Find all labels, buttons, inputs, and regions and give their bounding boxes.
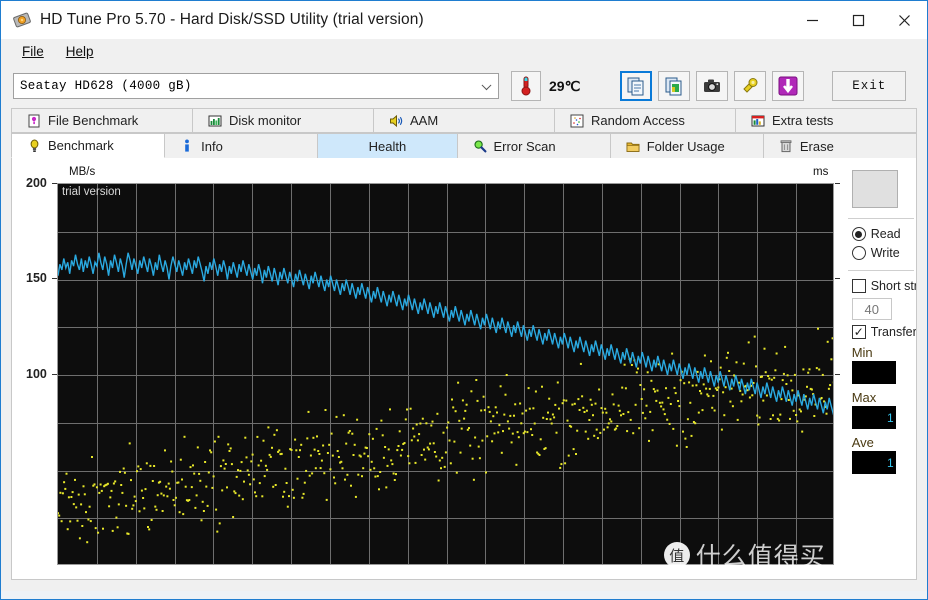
y-tick-150: 150: [26, 271, 47, 285]
window-title: HD Tune Pro 5.70 - Hard Disk/SSD Utility…: [40, 11, 424, 28]
average-value: 1: [851, 451, 896, 474]
temperature-value: 29℃: [549, 77, 581, 94]
checkbox-transfer-rate-icon: ✓: [851, 325, 866, 339]
window-controls: [789, 1, 927, 39]
drive-select-value: Seatay HD628 (4000 gB): [20, 79, 192, 93]
extra-tests-icon: [750, 113, 766, 129]
tab-extra-tests-label: Extra tests: [772, 113, 834, 128]
thermometer-icon: [511, 71, 541, 101]
bottom-strip: [1, 591, 927, 599]
copy-document-icon[interactable]: [620, 71, 653, 101]
tab-health-label: Health: [368, 138, 407, 154]
tab-benchmark-label: Benchmark: [48, 138, 114, 153]
magnifier-icon: [472, 138, 488, 154]
y-axis-unit-label: MB/s: [69, 166, 96, 178]
checkbox-transfer-rate-label: Transfer rate: [870, 325, 916, 339]
maximize-button[interactable]: [835, 1, 881, 39]
tab-aam-label: AAM: [410, 113, 439, 128]
tab-health[interactable]: Health: [318, 133, 458, 158]
y2-axis-unit-label: ms: [813, 166, 829, 178]
tab-disk-monitor-label: Disk monitor: [229, 113, 302, 128]
benchmark-panel: MB/s ms 200 150 100 40 30 20 trial versi…: [11, 158, 917, 580]
tab-folder-usage[interactable]: Folder Usage: [610, 133, 764, 158]
radio-write-label: Write: [870, 246, 900, 260]
close-button[interactable]: [881, 1, 927, 39]
tab-file-benchmark[interactable]: File Benchmark: [11, 108, 193, 133]
hard-disk-icon: [12, 10, 32, 30]
tab-info-label: Info: [201, 138, 223, 154]
tab-random-access-label: Random Access: [591, 113, 685, 128]
tab-random-access[interactable]: Random Access: [555, 108, 736, 133]
menu-bar: File Help: [1, 39, 927, 64]
start-test-button[interactable]: [851, 170, 898, 208]
divider-2: [847, 270, 914, 271]
max-value: 1: [851, 406, 896, 429]
radio-read-label: Read: [870, 227, 901, 241]
trash-icon: [778, 138, 794, 154]
benchmark-graph-area: MB/s ms 200 150 100 40 30 20 trial versi…: [12, 158, 856, 579]
checkbox-short-stroke[interactable]: Short stroke: [851, 279, 916, 293]
toolbar: Seatay HD628 (4000 gB) 29℃ Exit: [1, 64, 927, 108]
access-time-scatter: [58, 327, 833, 544]
chart-series-layer: [58, 252, 833, 544]
menu-file[interactable]: File: [11, 41, 55, 62]
title-bar: HD Tune Pro 5.70 - Hard Disk/SSD Utility…: [1, 1, 927, 39]
min-value: [851, 361, 896, 384]
tab-error-scan[interactable]: Error Scan: [457, 133, 611, 158]
menu-help-label: Help: [65, 44, 94, 59]
info-icon: [179, 138, 195, 154]
tab-disk-monitor[interactable]: Disk monitor: [193, 108, 374, 133]
radio-write[interactable]: Write: [851, 246, 916, 260]
copy-image-icon[interactable]: [658, 71, 691, 101]
tab-extra-tests[interactable]: Extra tests: [736, 108, 917, 133]
divider-1: [847, 218, 914, 219]
average-label: Ave: [851, 435, 874, 450]
radio-read-icon: [851, 227, 866, 241]
minimize-button[interactable]: [789, 1, 835, 39]
min-label: Min: [851, 345, 873, 360]
drive-select[interactable]: Seatay HD628 (4000 gB): [13, 73, 499, 99]
radio-read[interactable]: Read: [851, 227, 916, 241]
camera-icon[interactable]: [696, 71, 729, 101]
tab-error-scan-label: Error Scan: [493, 138, 556, 154]
trial-version-overlay: trial version: [62, 186, 121, 198]
speaker-icon: [388, 113, 404, 129]
hdtune-window: HD Tune Pro 5.70 - Hard Disk/SSD Utility…: [0, 0, 928, 600]
tab-row-upper: File Benchmark Disk monitor AAM Random A…: [11, 108, 917, 133]
random-access-icon: [569, 113, 585, 129]
toolbar-buttons: [620, 71, 805, 101]
tab-erase-label: Erase: [799, 138, 834, 154]
download-arrow-icon[interactable]: [772, 71, 805, 101]
chevron-down-icon: [481, 80, 492, 91]
tab-aam[interactable]: AAM: [374, 108, 555, 133]
benchmark-chart[interactable]: trial version: [57, 183, 834, 565]
gear-tools-icon[interactable]: [734, 71, 767, 101]
checkbox-short-stroke-icon: [851, 279, 866, 293]
menu-file-label: File: [22, 44, 44, 59]
benchmark-bulb-icon: [26, 138, 42, 154]
tab-folder-usage-label: Folder Usage: [646, 138, 725, 154]
exit-button[interactable]: Exit: [832, 71, 907, 101]
short-stroke-input[interactable]: 40: [851, 298, 892, 320]
y-tick-200: 200: [26, 176, 47, 190]
tab-benchmark[interactable]: Benchmark: [11, 133, 166, 158]
menu-help[interactable]: Help: [55, 41, 105, 62]
disk-monitor-icon: [207, 113, 223, 129]
max-label: Max: [851, 390, 877, 405]
radio-write-icon: [851, 246, 866, 260]
tab-row-lower: Benchmark Info Health Error Scan Folder …: [11, 133, 918, 158]
checkbox-short-stroke-label: Short stroke: [870, 279, 916, 293]
tab-erase[interactable]: Erase: [763, 133, 918, 158]
tab-bar: File Benchmark Disk monitor AAM Random A…: [1, 108, 927, 158]
checkbox-transfer-rate[interactable]: ✓ Transfer rate: [851, 325, 916, 339]
tab-file-benchmark-label: File Benchmark: [48, 113, 139, 128]
file-benchmark-icon: [26, 113, 42, 129]
tab-info[interactable]: Info: [165, 133, 319, 158]
folder-icon: [625, 138, 641, 154]
y-tick-100: 100: [26, 367, 47, 381]
benchmark-options-panel: Read Write Short stroke 40 ✓ Transfer ra…: [839, 158, 916, 579]
